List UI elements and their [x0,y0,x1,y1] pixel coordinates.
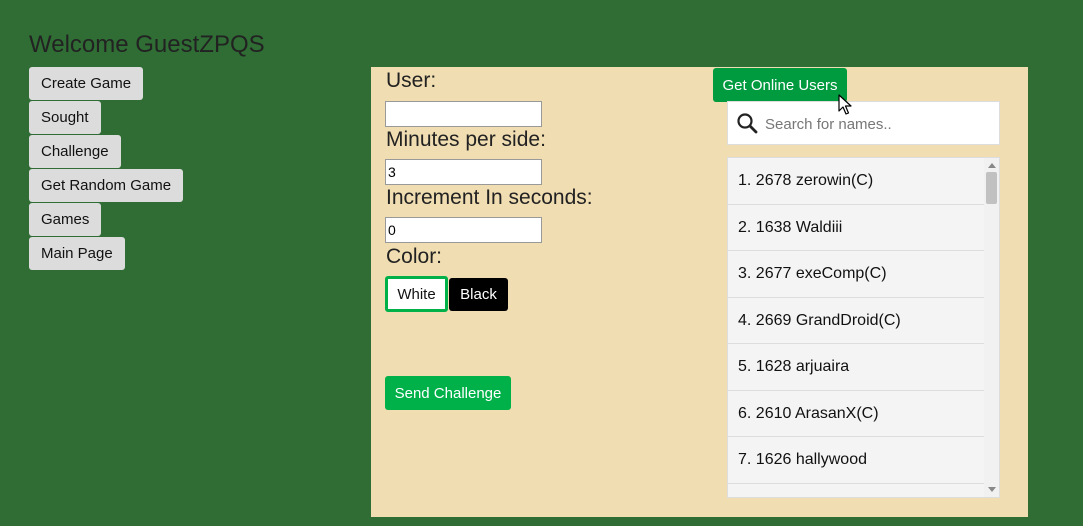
user-label: User: [386,69,437,92]
send-challenge-button[interactable]: Send Challenge [385,376,511,410]
sought-button[interactable]: Sought [29,101,101,134]
search-input[interactable] [763,102,997,146]
color-label: Color: [386,245,443,268]
scroll-up-arrow-icon[interactable] [988,163,996,168]
minutes-label: Minutes per side: [386,128,546,151]
list-scrollbar[interactable] [984,158,999,497]
challenge-panel: User: Minutes per side: Increment In sec… [371,67,1028,517]
minutes-input[interactable] [385,159,542,185]
mouse-pointer-icon [838,94,852,115]
black-color-button[interactable]: Black [449,278,508,311]
user-list-item[interactable]: 7. 1626 hallywood [728,437,984,484]
scroll-down-arrow-icon[interactable] [988,487,996,492]
main-page-button[interactable]: Main Page [29,237,125,270]
user-list-item[interactable]: 1. 2678 zerowin(C) [728,158,984,205]
user-input[interactable] [385,101,542,127]
get-random-game-button[interactable]: Get Random Game [29,169,184,202]
user-list-item[interactable]: 3. 2677 exeComp(C) [728,251,984,298]
user-list-item[interactable] [728,484,984,498]
page-title: Welcome GuestZPQS [29,31,265,58]
search-icon [737,113,758,134]
increment-input[interactable] [385,217,542,243]
get-online-users-button[interactable]: Get Online Users [713,68,847,102]
games-button[interactable]: Games [29,203,102,236]
white-color-button[interactable]: White [385,276,448,312]
scroll-thumb[interactable] [986,172,997,204]
online-user-list: 1. 2678 zerowin(C) 2. 1638 Waldiii 3. 26… [727,157,1000,498]
search-box [727,101,1000,146]
user-list-item[interactable]: 4. 2669 GrandDroid(C) [728,298,984,344]
sidebar-nav: Create Game Sought Challenge Get Random … [29,67,184,271]
user-list-item[interactable]: 5. 1628 arjuaira [728,344,984,391]
user-list-item[interactable]: 6. 2610 ArasanX(C) [728,391,984,437]
increment-label: Increment In seconds: [386,186,593,209]
create-game-button[interactable]: Create Game [29,67,144,100]
user-list-item[interactable]: 2. 1638 Waldiii [728,205,984,251]
challenge-button[interactable]: Challenge [29,135,121,168]
